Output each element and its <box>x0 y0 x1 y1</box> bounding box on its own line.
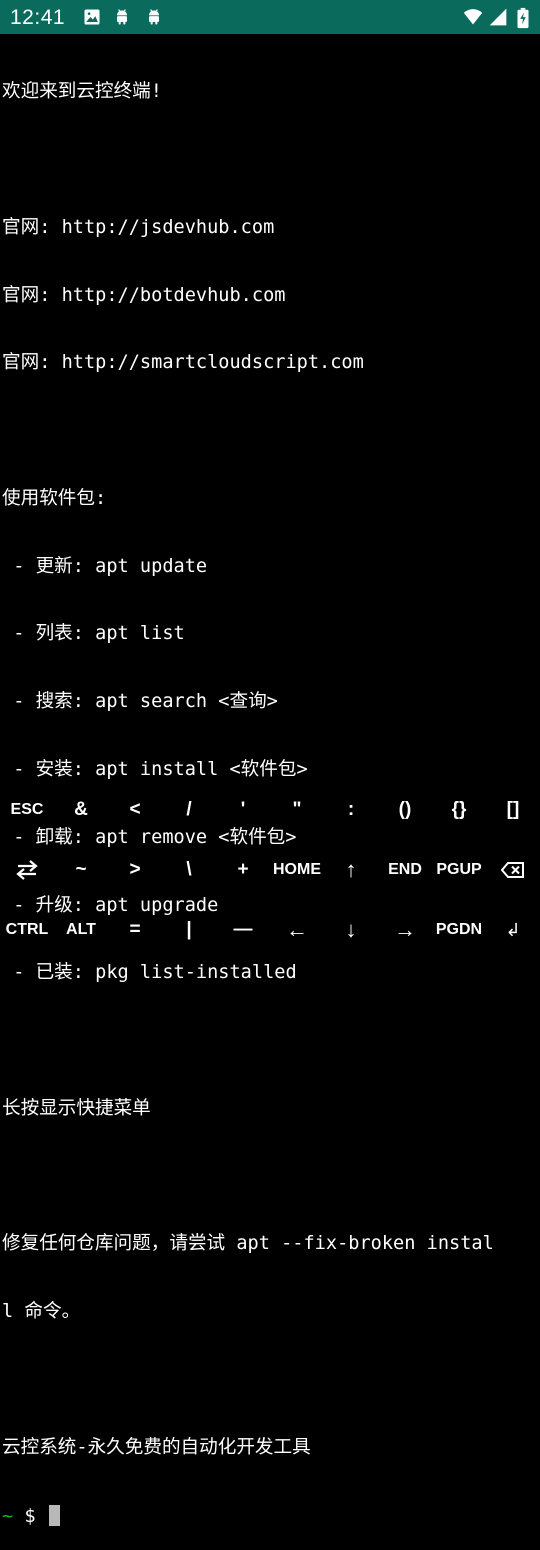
terminal-line: 官网: http://jsdevhub.com <box>2 216 275 238</box>
prompt-tilde: ~ <box>2 1505 14 1527</box>
terminal-line: l 命令。 <box>2 1301 81 1323</box>
terminal-line: 修复任何仓库问题，请尝试 apt --fix-broken instal <box>2 1233 494 1255</box>
key-pipe[interactable]: | <box>162 900 216 960</box>
key-colon[interactable]: : <box>324 780 378 840</box>
key-backslash[interactable]: \ <box>162 840 216 900</box>
terminal-line: - 安装: apt install <软件包> <box>2 759 308 780</box>
terminal-prompt[interactable]: ~ $ <box>2 1504 540 1528</box>
image-icon <box>82 7 102 27</box>
terminal-line: - 更新: apt update <box>2 555 208 577</box>
terminal-line: - 已装: pkg list-installed <box>2 962 297 984</box>
key-tab[interactable] <box>0 840 54 900</box>
key-ctrl[interactable]: CTRL <box>0 900 54 960</box>
key-less-than[interactable]: < <box>108 780 162 840</box>
key-pgdn[interactable]: PGDN <box>432 900 486 960</box>
signal-icon <box>488 7 508 27</box>
key-end[interactable]: END <box>378 840 432 900</box>
terminal-line: 使用软件包: <box>2 487 107 509</box>
android-icon <box>144 7 164 27</box>
key-pgup[interactable]: PGUP <box>432 840 486 900</box>
prompt-symbol: $ <box>13 1505 47 1527</box>
key-braces[interactable]: {} <box>432 780 486 840</box>
key-enter[interactable]: ↲ <box>486 900 540 960</box>
key-single-quote[interactable]: ' <box>216 780 270 840</box>
key-parentheses[interactable]: () <box>378 780 432 840</box>
key-arrow-right[interactable]: → <box>378 900 432 960</box>
key-arrow-up[interactable]: ↑ <box>324 840 378 900</box>
terminal-line: 官网: http://botdevhub.com <box>2 284 286 306</box>
key-plus[interactable]: + <box>216 840 270 900</box>
key-slash[interactable]: / <box>162 780 216 840</box>
key-home[interactable]: HOME <box>270 840 324 900</box>
terminal-line: 欢迎来到云控终端! <box>2 81 162 103</box>
terminal-line: - 搜索: apt search <查询> <box>2 691 278 713</box>
key-alt[interactable]: ALT <box>54 900 108 960</box>
extra-keys-bar: ESC & < / ' " : () {} [] ~ > \ + HOME ↑ … <box>0 780 540 960</box>
terminal-cursor <box>48 1504 60 1526</box>
wifi-icon <box>462 7 484 27</box>
key-arrow-down[interactable]: ↓ <box>324 900 378 960</box>
status-time: 12:41 <box>10 6 66 29</box>
key-greater-than[interactable]: > <box>108 840 162 900</box>
battery-icon <box>516 7 530 29</box>
key-dash[interactable]: — <box>216 900 270 960</box>
key-esc[interactable]: ESC <box>0 780 54 840</box>
key-equals[interactable]: = <box>108 900 162 960</box>
key-arrow-left[interactable]: ← <box>270 900 324 960</box>
key-brackets[interactable]: [] <box>486 780 540 840</box>
status-bar: 12:41 <box>0 0 540 34</box>
key-ampersand[interactable]: & <box>54 780 108 840</box>
key-tilde[interactable]: ~ <box>54 840 108 900</box>
tab-arrows-icon <box>16 860 38 880</box>
terminal-line: 长按显示快捷菜单 <box>2 1097 151 1119</box>
key-backspace[interactable] <box>486 840 540 900</box>
android-icon <box>112 7 132 27</box>
key-double-quote[interactable]: " <box>270 780 324 840</box>
terminal-line: 官网: http://smartcloudscript.com <box>2 352 364 374</box>
terminal-line: 云控系统-永久免费的自动化开发工具 <box>2 1436 311 1458</box>
terminal-line: - 列表: apt list <box>2 623 185 645</box>
backspace-icon <box>501 862 524 878</box>
